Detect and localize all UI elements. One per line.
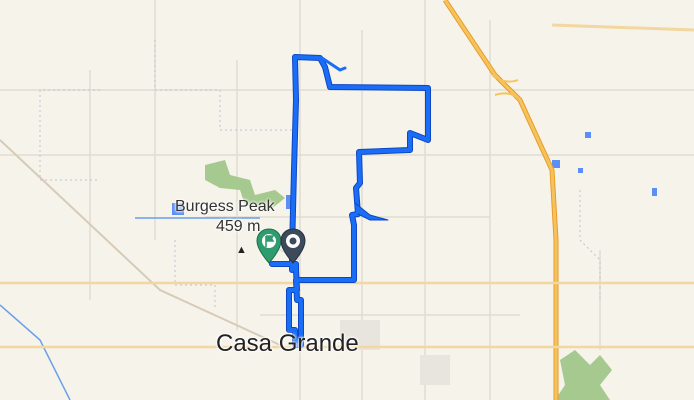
destination-pin-icon[interactable]: [280, 228, 306, 264]
highway-outline: [442, 0, 559, 400]
flag-marker-icon[interactable]: [256, 228, 282, 264]
highway-84: [551, 23, 694, 32]
route[interactable]: [269, 54, 431, 348]
golf-course: [555, 350, 612, 400]
peak-name-label: Burgess Peak: [175, 198, 275, 215]
city-label: Casa Grande: [216, 330, 359, 357]
map-canvas[interactable]: Burgess Peak 459 m ▲ Casa Grande: [0, 0, 694, 400]
mountain-peak-icon: ▲: [236, 244, 247, 256]
canal: [0, 304, 71, 400]
peak-elevation-label: 459 m: [216, 218, 261, 235]
highway: [443, 0, 558, 400]
rail-line: [0, 139, 281, 346]
